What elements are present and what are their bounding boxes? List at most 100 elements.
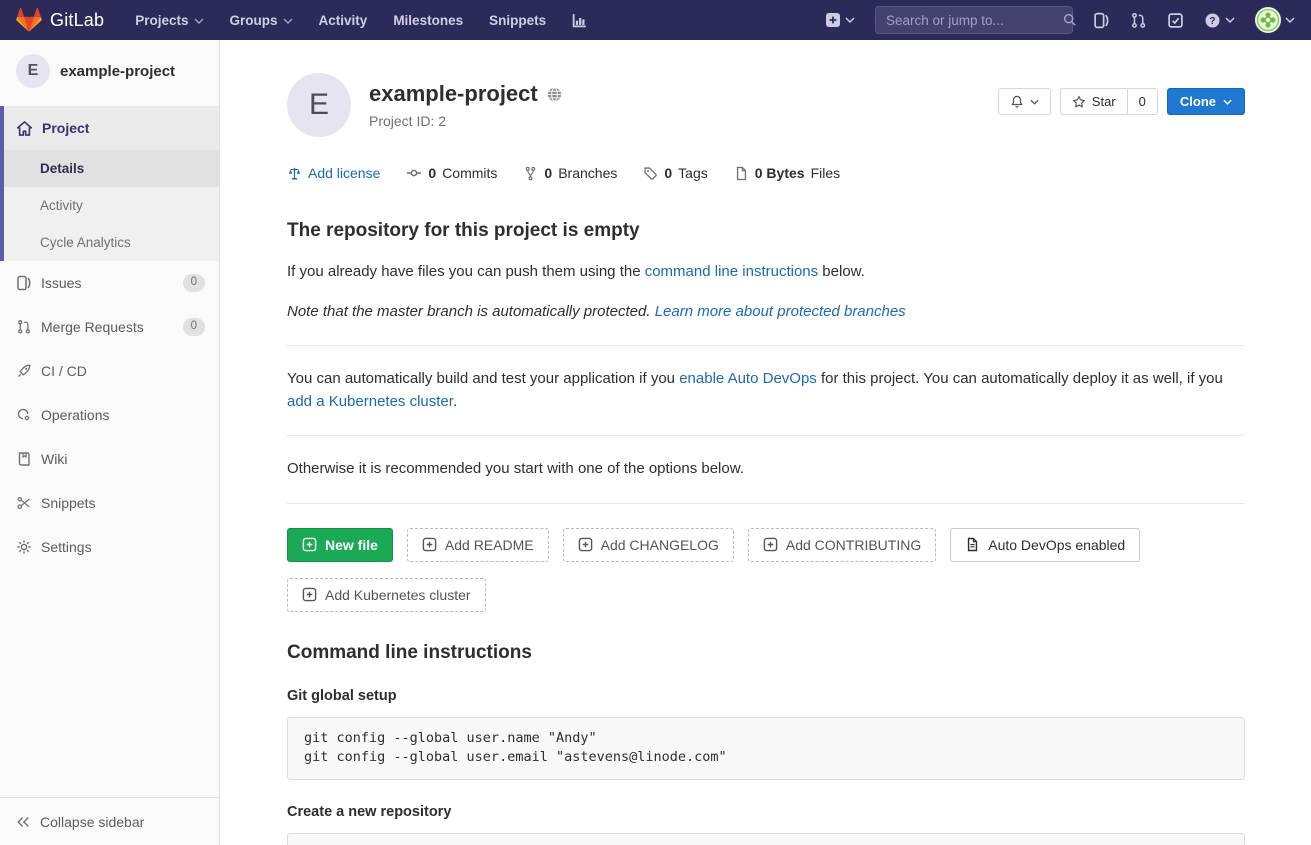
- project-id: Project ID: 2: [369, 113, 562, 129]
- plus-square-icon: [578, 537, 593, 552]
- file-icon: [734, 166, 749, 181]
- commit-icon: [406, 165, 422, 181]
- book-icon: [16, 451, 32, 467]
- sidebar-item-wiki[interactable]: Wiki: [0, 437, 219, 481]
- sidebar-project-context[interactable]: E example-project: [0, 40, 219, 106]
- add-kubernetes-cluster-link[interactable]: add a Kubernetes cluster: [287, 393, 453, 410]
- gear-icon: [16, 539, 32, 555]
- sidebar-item-merge-requests[interactable]: Merge Requests 0: [0, 305, 219, 349]
- sidebar-item-operations[interactable]: Operations: [0, 393, 219, 437]
- auto-devops-enabled-button[interactable]: Auto DevOps enabled: [950, 528, 1140, 562]
- star-button-group: Star 0: [1060, 88, 1158, 115]
- help-menu-button[interactable]: ?: [1194, 0, 1245, 40]
- brand-text: GitLab: [50, 10, 104, 31]
- project-avatar-large: E: [287, 73, 351, 137]
- sidebar-subitem-details[interactable]: Details: [4, 150, 219, 187]
- protected-branches-link[interactable]: Learn more about protected branches: [655, 303, 906, 320]
- issues-icon: [16, 275, 32, 291]
- instance-statistics-icon[interactable]: [561, 0, 598, 40]
- plus-square-icon: [763, 537, 778, 552]
- commits-stat[interactable]: 0Commits: [406, 165, 497, 181]
- new-repo-code: git clone https://gitlab.docteamdemosite…: [287, 833, 1245, 845]
- enable-auto-devops-link[interactable]: enable Auto DevOps: [679, 370, 817, 387]
- rocket-icon: [16, 363, 32, 379]
- operations-icon: [16, 407, 32, 423]
- sidebar-item-ci-cd[interactable]: CI / CD: [0, 349, 219, 393]
- gitlab-logo[interactable]: GitLab: [16, 7, 104, 33]
- sidebar-item-settings[interactable]: Settings: [0, 525, 219, 569]
- divider: [287, 345, 1245, 346]
- scissors-icon: [16, 495, 32, 511]
- sidebar-item-project[interactable]: Project: [4, 106, 219, 150]
- project-sidebar: E example-project Project Details Activi…: [0, 40, 220, 845]
- divider: [287, 503, 1245, 504]
- auto-devops-text: You can automatically build and test you…: [287, 368, 1245, 413]
- nav-snippets[interactable]: Snippets: [478, 0, 557, 40]
- issues-dashboard-icon[interactable]: [1083, 0, 1120, 40]
- star-count[interactable]: 0: [1127, 89, 1157, 114]
- plus-square-icon: [302, 587, 317, 602]
- notifications-dropdown[interactable]: [998, 88, 1051, 115]
- sidebar-item-snippets[interactable]: Snippets: [0, 481, 219, 525]
- plus-square-icon: [422, 537, 437, 552]
- search-input[interactable]: [886, 13, 1063, 28]
- push-instructions-text: If you already have files you can push t…: [287, 261, 1245, 284]
- command-line-instructions-link[interactable]: command line instructions: [645, 263, 818, 280]
- chevron-down-icon: [1285, 17, 1295, 23]
- nav-projects[interactable]: Projects: [124, 0, 214, 40]
- plus-square-icon: [302, 537, 317, 552]
- main-content: E example-project Project ID: 2: [220, 0, 1311, 845]
- sidebar-subitem-cycle-analytics[interactable]: Cycle Analytics: [4, 224, 219, 261]
- project-title: example-project: [369, 81, 538, 107]
- add-kubernetes-cluster-button[interactable]: Add Kubernetes cluster: [287, 578, 486, 612]
- project-avatar-small: E: [16, 54, 50, 88]
- add-license-link[interactable]: Add license: [287, 165, 380, 181]
- search-box[interactable]: [875, 6, 1073, 34]
- chevron-down-icon: [1030, 99, 1039, 105]
- new-menu-button[interactable]: [815, 0, 865, 40]
- chevron-down-icon: [1223, 99, 1232, 105]
- tanuki-icon: [16, 7, 42, 33]
- svg-text:?: ?: [1209, 15, 1215, 26]
- chevron-down-icon: [283, 18, 293, 24]
- cli-heading: Command line instructions: [287, 642, 1245, 664]
- tags-stat[interactable]: 0Tags: [643, 165, 707, 181]
- issues-count-badge: 0: [183, 274, 205, 292]
- bell-icon: [1010, 95, 1024, 109]
- search-icon: [1063, 13, 1077, 27]
- public-globe-icon: [547, 87, 562, 102]
- star-button[interactable]: Star: [1061, 89, 1127, 114]
- sidebar-subitem-activity[interactable]: Activity: [4, 187, 219, 224]
- branches-stat[interactable]: 0Branches: [523, 165, 617, 181]
- git-setup-code: git config --global user.name "Andy" git…: [287, 717, 1245, 780]
- divider: [287, 435, 1245, 436]
- nav-groups[interactable]: Groups: [219, 0, 304, 40]
- merge-requests-dashboard-icon[interactable]: [1120, 0, 1157, 40]
- sidebar-item-issues[interactable]: Issues 0: [0, 261, 219, 305]
- add-contributing-button[interactable]: Add CONTRIBUTING: [748, 528, 936, 562]
- collapse-sidebar-button[interactable]: Collapse sidebar: [0, 797, 219, 845]
- file-text-icon: [965, 537, 980, 552]
- quick-options-row: New file Add README Add CHANGELOG Add CO…: [287, 528, 1245, 612]
- project-stats-row: Add license 0Commits 0Branches 0Tags: [287, 165, 1245, 181]
- empty-repo-heading: The repository for this project is empty: [287, 220, 1245, 242]
- merge-request-icon: [16, 319, 32, 335]
- add-changelog-button[interactable]: Add CHANGELOG: [563, 528, 734, 562]
- chevron-down-icon: [845, 17, 855, 23]
- add-readme-button[interactable]: Add README: [407, 528, 549, 562]
- user-menu-button[interactable]: [1245, 0, 1295, 40]
- chevron-down-icon: [1225, 17, 1235, 23]
- clone-button[interactable]: Clone: [1167, 88, 1245, 115]
- sidebar-group-project: Project Details Activity Cycle Analytics: [0, 106, 219, 261]
- new-file-button[interactable]: New file: [287, 528, 393, 562]
- tag-icon: [643, 166, 658, 181]
- nav-milestones[interactable]: Milestones: [382, 0, 474, 40]
- nav-activity[interactable]: Activity: [308, 0, 379, 40]
- git-setup-heading: Git global setup: [287, 688, 1245, 704]
- star-icon: [1072, 95, 1086, 109]
- otherwise-text: Otherwise it is recommended you start wi…: [287, 458, 1245, 481]
- files-stat[interactable]: 0 BytesFiles: [734, 165, 840, 181]
- chevron-down-icon: [194, 18, 204, 24]
- project-header: E example-project Project ID: 2: [287, 73, 1245, 137]
- todos-icon[interactable]: [1157, 0, 1194, 40]
